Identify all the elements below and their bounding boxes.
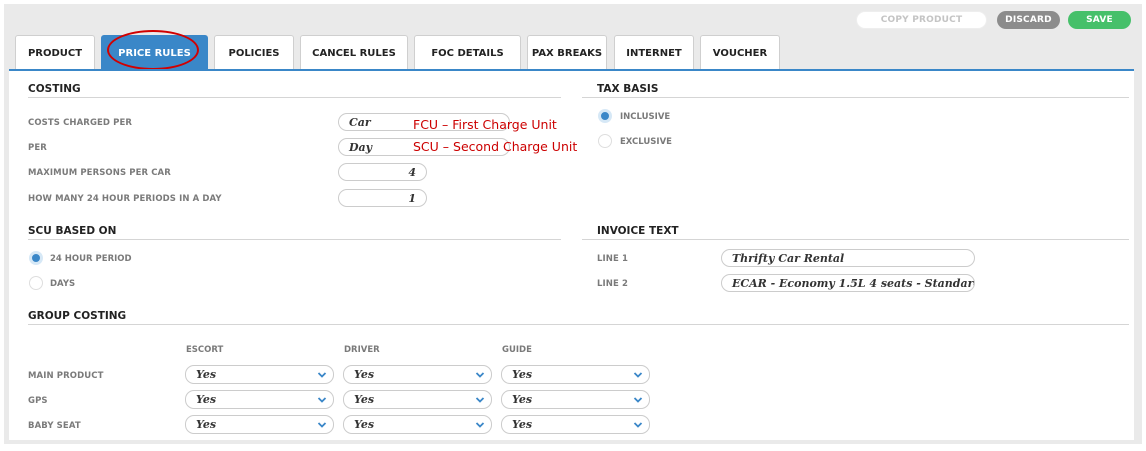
chevron-down-icon <box>317 422 327 428</box>
24-hour-period-radio[interactable] <box>29 251 43 265</box>
periods-field[interactable]: 1 <box>338 189 427 207</box>
chevron-down-icon <box>317 397 327 403</box>
select-value: Yes <box>354 368 375 381</box>
driver-column-header: DRIVER <box>344 345 380 355</box>
select-value: Yes <box>512 418 533 431</box>
main-product-driver-select[interactable]: Yes <box>343 365 492 384</box>
main-product-escort-select[interactable]: Yes <box>185 365 334 384</box>
select-value: Yes <box>512 393 533 406</box>
gps-driver-select[interactable]: Yes <box>343 390 492 409</box>
exclusive-label: EXCLUSIVE <box>620 137 672 147</box>
line2-field[interactable]: ECAR - Economy 1.5L 4 seats - Standard <box>721 274 975 292</box>
max-persons-field[interactable]: 4 <box>338 163 427 181</box>
main-product-guide-select[interactable]: Yes <box>501 365 650 384</box>
tab-policies[interactable]: POLICIES <box>214 35 294 70</box>
scu-based-on-title: SCU BASED ON <box>28 225 117 237</box>
costing-divider <box>28 97 561 98</box>
gps-label: GPS <box>28 396 48 406</box>
gps-escort-select[interactable]: Yes <box>185 390 334 409</box>
tax-basis-title: TAX BASIS <box>597 83 659 95</box>
scu-divider <box>28 239 561 240</box>
days-radio[interactable] <box>29 276 43 290</box>
periods-label: HOW MANY 24 HOUR PERIODS IN A DAY <box>28 194 222 204</box>
line2-label: LINE 2 <box>597 279 628 289</box>
tab-internet[interactable]: INTERNET <box>614 35 694 70</box>
main-product-label: MAIN PRODUCT <box>28 371 104 381</box>
tab-voucher[interactable]: VOUCHER <box>700 35 780 70</box>
baby-seat-driver-select[interactable]: Yes <box>343 415 492 434</box>
select-value: Yes <box>196 368 217 381</box>
days-label: DAYS <box>50 279 76 289</box>
chevron-down-icon <box>317 372 327 378</box>
chevron-down-icon <box>475 397 485 403</box>
line1-label: LINE 1 <box>597 254 628 264</box>
save-button[interactable]: SAVE <box>1068 11 1131 29</box>
chevron-down-icon <box>475 422 485 428</box>
gps-guide-select[interactable]: Yes <box>501 390 650 409</box>
costing-title: COSTING <box>28 83 81 95</box>
escort-column-header: ESCORT <box>186 345 224 355</box>
fcu-annotation: FCU – First Charge Unit <box>413 117 557 132</box>
select-value: Yes <box>196 418 217 431</box>
baby-seat-guide-select[interactable]: Yes <box>501 415 650 434</box>
tab-product[interactable]: PRODUCT <box>15 35 95 70</box>
select-value: Yes <box>354 418 375 431</box>
copy-product-button[interactable]: COPY PRODUCT <box>856 11 987 29</box>
baby-seat-label: BABY SEAT <box>28 421 81 431</box>
discard-button[interactable]: DISCARD <box>997 11 1060 29</box>
chevron-down-icon <box>633 422 643 428</box>
line1-field[interactable]: Thrifty Car Rental <box>721 249 975 267</box>
chevron-down-icon <box>633 397 643 403</box>
baby-seat-escort-select[interactable]: Yes <box>185 415 334 434</box>
guide-column-header: GUIDE <box>502 345 532 355</box>
select-value: Yes <box>196 393 217 406</box>
group-costing-title: GROUP COSTING <box>28 310 127 322</box>
scu-annotation: SCU – Second Charge Unit <box>413 139 578 154</box>
tab-foc-details[interactable]: FOC DETAILS <box>414 35 521 70</box>
select-value: Yes <box>354 393 375 406</box>
tab-cancel-rules[interactable]: CANCEL RULES <box>300 35 408 70</box>
costs-charged-per-label: COSTS CHARGED PER <box>28 118 133 128</box>
invoice-text-title: INVOICE TEXT <box>597 225 679 237</box>
inclusive-label: INCLUSIVE <box>620 112 671 122</box>
tab-price-rules[interactable]: PRICE RULES <box>101 35 208 71</box>
group-costing-divider <box>28 324 1129 325</box>
max-persons-label: MAXIMUM PERSONS PER CAR <box>28 168 171 178</box>
inclusive-radio[interactable] <box>598 109 612 123</box>
per-label: PER <box>28 143 47 153</box>
tab-pax-breaks[interactable]: PAX BREAKS <box>527 35 607 70</box>
24-hour-period-label: 24 HOUR PERIOD <box>50 254 132 264</box>
invoice-divider <box>582 239 1129 240</box>
exclusive-radio[interactable] <box>598 134 612 148</box>
tax-basis-divider <box>582 97 1129 98</box>
select-value: Yes <box>512 368 533 381</box>
chevron-down-icon <box>633 372 643 378</box>
chevron-down-icon <box>475 372 485 378</box>
